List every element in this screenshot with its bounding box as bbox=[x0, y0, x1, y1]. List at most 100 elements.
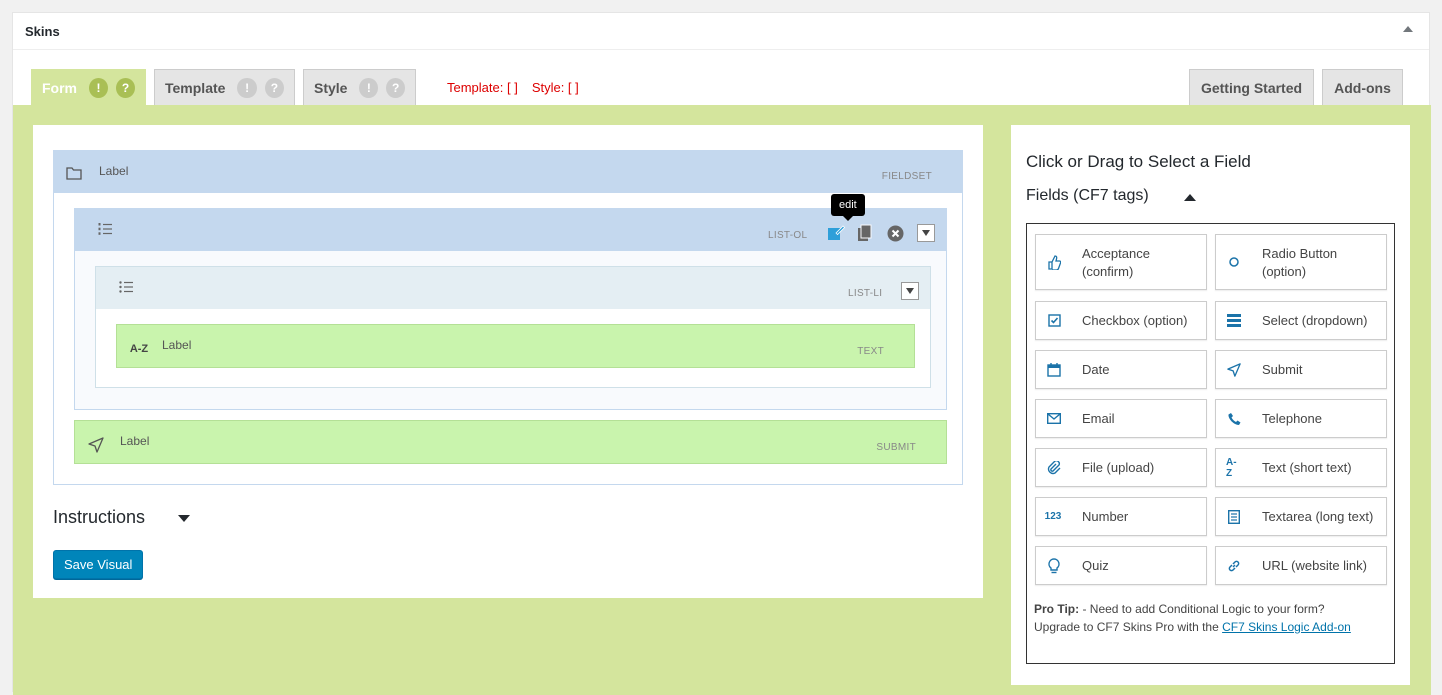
field-label: File (upload) bbox=[1082, 460, 1155, 475]
paperclip-icon bbox=[1046, 460, 1062, 476]
instructions-heading[interactable]: Instructions bbox=[53, 507, 145, 528]
field-label: Date bbox=[1082, 362, 1110, 377]
pro-tip: Pro Tip: - Need to add Conditional Logic… bbox=[1034, 600, 1364, 636]
tab-template[interactable]: Template ! ? bbox=[154, 69, 295, 105]
fieldset-header[interactable]: Label FIELDSET bbox=[54, 151, 962, 193]
field-label: Radio Button (option) bbox=[1262, 246, 1338, 279]
help-icon[interactable]: ? bbox=[386, 77, 405, 98]
field-radio[interactable]: Radio Button (option) bbox=[1215, 234, 1387, 290]
fields-collapse-icon[interactable] bbox=[1184, 194, 1196, 201]
submit-field-label: Label bbox=[120, 434, 150, 448]
fieldset-type: FIELDSET bbox=[881, 171, 932, 182]
info-icon[interactable]: ! bbox=[359, 77, 379, 98]
field-selection-panel: Click or Drag to Select a Field Fields (… bbox=[1011, 125, 1410, 685]
tab-style-label: Style bbox=[314, 79, 348, 96]
thumbs-up-icon bbox=[1046, 254, 1062, 270]
save-visual-button[interactable]: Save Visual bbox=[53, 550, 144, 579]
tab-getting-started-label: Getting Started bbox=[1200, 79, 1303, 96]
delete-icon[interactable] bbox=[887, 225, 904, 242]
field-select[interactable]: Select (dropdown) bbox=[1215, 301, 1387, 340]
selection-status: Template: [ ] Style: [ ] bbox=[447, 80, 579, 95]
skins-postbox: Skins Form ! ? Template ! ? Style ! ? Te… bbox=[12, 12, 1431, 695]
logic-addon-link[interactable]: CF7 Skins Logic Add-on bbox=[1222, 620, 1351, 634]
field-label: Telephone bbox=[1262, 411, 1322, 426]
field-text[interactable]: A-Z Text (short text) bbox=[1215, 448, 1387, 487]
field-label: URL (website link) bbox=[1262, 558, 1367, 573]
field-label: Number bbox=[1082, 509, 1129, 524]
field-label: Checkbox (option) bbox=[1082, 313, 1188, 328]
send-icon bbox=[88, 437, 104, 453]
tab-bar: Form ! ? Template ! ? Style ! ? Template… bbox=[13, 50, 1431, 105]
folder-icon bbox=[66, 166, 82, 180]
text-field-label: Label bbox=[162, 338, 192, 352]
field-label: Email bbox=[1082, 411, 1115, 426]
phone-icon bbox=[1226, 411, 1242, 427]
fields-subtitle[interactable]: Fields (CF7 tags) bbox=[1026, 187, 1149, 205]
list-ol-node[interactable]: LIST-OL edit LIST-LI A-Z Label TEXT bbox=[74, 194, 947, 410]
textarea-icon bbox=[1226, 509, 1242, 525]
field-submit[interactable]: Submit bbox=[1215, 350, 1387, 389]
field-label: Acceptance (confirm) bbox=[1082, 246, 1150, 279]
send-icon bbox=[1226, 362, 1242, 378]
style-status: Style: [ ] bbox=[531, 80, 579, 95]
field-checkbox[interactable]: Checkbox (option) bbox=[1035, 301, 1207, 340]
info-icon[interactable]: ! bbox=[237, 77, 257, 98]
field-label: Select (dropdown) bbox=[1262, 313, 1368, 328]
field-date[interactable]: Date bbox=[1035, 350, 1207, 389]
list-ol-dropdown-button[interactable] bbox=[917, 224, 935, 242]
field-email[interactable]: Email bbox=[1035, 399, 1207, 438]
field-label: Textarea (long text) bbox=[1262, 509, 1374, 524]
tab-form-label: Form bbox=[42, 79, 77, 96]
template-status: Template: [ ] bbox=[447, 80, 518, 95]
list-icon bbox=[1226, 313, 1242, 329]
text-field-type: TEXT bbox=[857, 346, 884, 357]
tab-style[interactable]: Style ! ? bbox=[303, 69, 416, 105]
field-textarea[interactable]: Textarea (long text) bbox=[1215, 497, 1387, 536]
link-icon bbox=[1226, 558, 1242, 574]
field-selection-title: Click or Drag to Select a Field bbox=[1026, 152, 1251, 171]
field-number[interactable]: 123 Number bbox=[1035, 497, 1207, 536]
edit-icon[interactable] bbox=[827, 224, 845, 242]
instructions-toggle-icon[interactable] bbox=[178, 515, 190, 522]
checkbox-icon bbox=[1046, 313, 1062, 329]
edit-tooltip: edit bbox=[831, 194, 865, 221]
lightbulb-icon bbox=[1046, 557, 1062, 574]
field-file[interactable]: File (upload) bbox=[1035, 448, 1207, 487]
help-icon[interactable]: ? bbox=[116, 77, 135, 98]
radio-icon bbox=[1226, 254, 1242, 270]
fieldset-node[interactable]: Label FIELDSET LIST-OL edit LIST-LI A-Z … bbox=[53, 150, 963, 485]
envelope-icon bbox=[1046, 411, 1062, 427]
field-acceptance[interactable]: Acceptance (confirm) bbox=[1035, 234, 1207, 290]
calendar-icon bbox=[1046, 362, 1062, 378]
pro-tip-label: Pro Tip: bbox=[1034, 602, 1080, 616]
field-label: Text (short text) bbox=[1262, 460, 1352, 475]
az-icon: A-Z bbox=[129, 343, 149, 355]
list-ol-header[interactable]: LIST-OL bbox=[75, 209, 946, 251]
list-ol-type: LIST-OL bbox=[768, 230, 808, 241]
field-url[interactable]: URL (website link) bbox=[1215, 546, 1387, 585]
fields-list: Acceptance (confirm) Radio Button (optio… bbox=[1026, 223, 1395, 664]
collapse-toggle-icon[interactable] bbox=[1403, 26, 1413, 32]
list-li-dropdown-button[interactable] bbox=[901, 282, 919, 300]
list-li-header[interactable]: LIST-LI bbox=[96, 267, 930, 309]
text-field-node[interactable]: A-Z Label TEXT bbox=[116, 324, 915, 368]
az-icon: A-Z bbox=[1226, 456, 1237, 479]
help-icon[interactable]: ? bbox=[264, 77, 284, 98]
field-telephone[interactable]: Telephone bbox=[1215, 399, 1387, 438]
visual-editor-panel: Label FIELDSET LIST-OL edit LIST-LI A-Z … bbox=[33, 125, 983, 598]
submit-field-node[interactable]: Label SUBMIT bbox=[74, 420, 947, 464]
info-icon[interactable]: ! bbox=[89, 77, 108, 98]
postbox-header: Skins bbox=[13, 13, 1429, 50]
tab-getting-started[interactable]: Getting Started bbox=[1189, 69, 1314, 105]
field-label: Submit bbox=[1262, 362, 1303, 377]
list-li-type: LIST-LI bbox=[848, 288, 883, 299]
field-quiz[interactable]: Quiz bbox=[1035, 546, 1207, 585]
submit-field-type: SUBMIT bbox=[876, 442, 916, 453]
list-item-icon bbox=[119, 280, 133, 294]
tab-template-label: Template bbox=[165, 79, 226, 96]
postbox-title: Skins bbox=[25, 24, 60, 39]
tab-form[interactable]: Form ! ? bbox=[31, 69, 146, 105]
tab-addons[interactable]: Add-ons bbox=[1322, 69, 1403, 105]
list-li-node[interactable]: LIST-LI A-Z Label TEXT bbox=[95, 266, 931, 388]
duplicate-icon[interactable] bbox=[857, 224, 873, 242]
